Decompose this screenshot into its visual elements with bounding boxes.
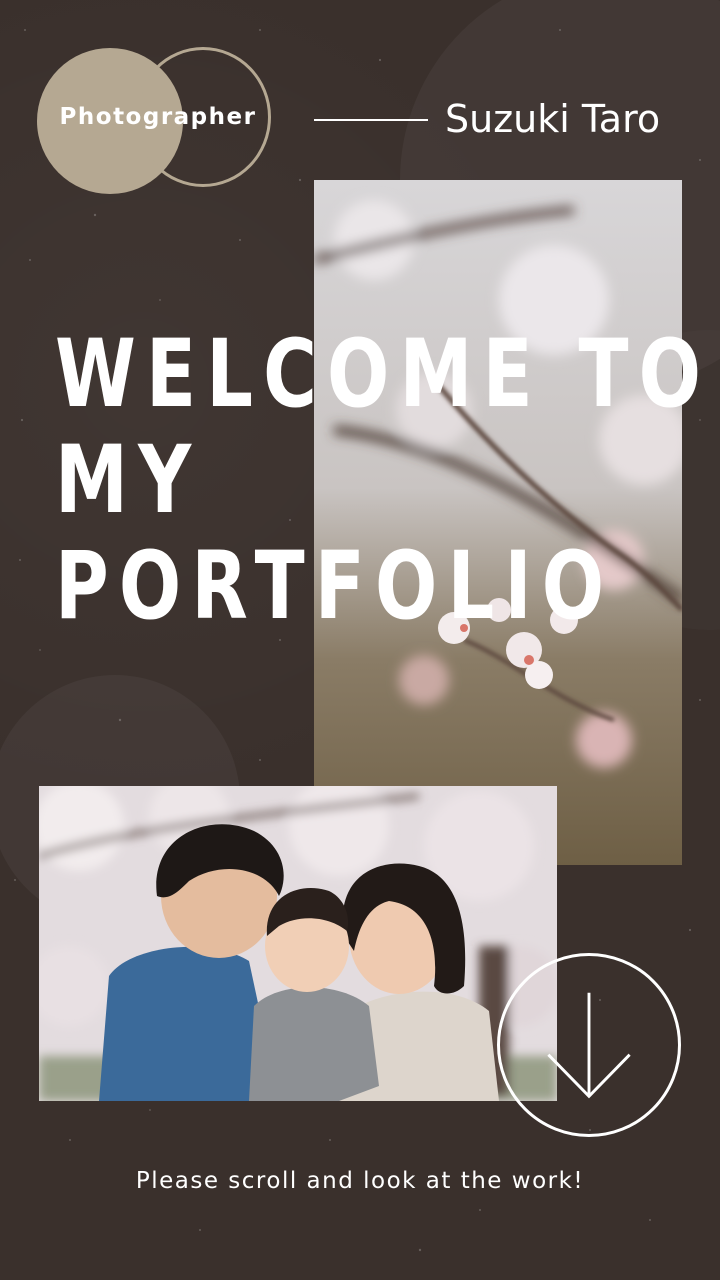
headline-line: WELCOME TO xyxy=(55,320,712,429)
headline-line: PORTFOLIO xyxy=(55,532,615,641)
headline-line: MY xyxy=(55,426,202,535)
family-photo xyxy=(39,786,557,1101)
scroll-down-button[interactable] xyxy=(497,953,681,1137)
photographer-label: Photographer xyxy=(59,104,257,130)
divider-line xyxy=(314,119,428,121)
photographer-name: Suzuki Taro xyxy=(445,97,661,141)
arrow-down-icon xyxy=(547,992,631,1099)
portfolio-page: Photographer Suzuki Taro WELCOME TO MY P… xyxy=(0,0,720,1280)
family-image xyxy=(39,786,557,1101)
scroll-hint-text: Please scroll and look at the work! xyxy=(135,1168,585,1194)
headline: WELCOME TO MY PORTFOLIO xyxy=(55,322,711,640)
